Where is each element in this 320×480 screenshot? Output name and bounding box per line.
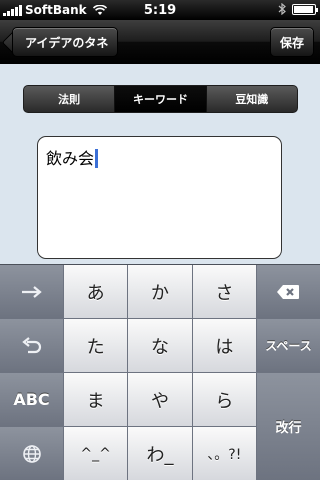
category-segmented-control: 法則 キーワード 豆知識 — [23, 85, 298, 113]
key-ta[interactable]: た — [64, 319, 128, 372]
key-ha[interactable]: は — [192, 319, 256, 372]
status-bar: SoftBank 5:19 — [0, 0, 320, 20]
space-key[interactable]: スペース — [256, 319, 320, 372]
key-ka[interactable]: か — [128, 265, 192, 318]
next-candidate-key[interactable] — [0, 265, 63, 318]
key-ma[interactable]: ま — [64, 373, 128, 426]
delete-icon — [277, 284, 300, 299]
globe-icon — [22, 444, 41, 463]
bluetooth-icon — [278, 3, 286, 15]
delete-key[interactable] — [256, 265, 320, 318]
segment-trivia[interactable]: 豆知識 — [206, 86, 297, 112]
back-button-label: アイデアのタネ — [25, 35, 109, 50]
save-button[interactable]: 保存 — [270, 27, 314, 57]
key-sa[interactable]: さ — [192, 265, 256, 318]
battery-icon — [292, 3, 318, 15]
status-time: 5:19 — [143, 3, 177, 18]
segment-rules[interactable]: 法則 — [24, 86, 116, 112]
key-na[interactable]: な — [128, 319, 192, 372]
undo-key[interactable] — [0, 319, 63, 372]
keyword-text-view[interactable]: 飲み会 — [37, 136, 282, 259]
key-punctuation[interactable]: 、。?! — [192, 427, 256, 480]
segment-keyword[interactable]: キーワード — [115, 86, 207, 112]
key-ya[interactable]: や — [128, 373, 192, 426]
key-emoticon[interactable]: ^_^ — [64, 427, 128, 480]
kana-keyboard: あ か さ た な は スペース ABC ま や ら 改行 ^_^ わ_ 、。?… — [0, 264, 320, 480]
status-right — [278, 3, 318, 15]
return-key[interactable]: 改行 — [256, 373, 320, 480]
text-cursor — [95, 149, 99, 168]
key-ra[interactable]: ら — [192, 373, 256, 426]
back-button[interactable]: アイデアのタネ — [12, 27, 119, 57]
text-view-value: 飲み会 — [46, 149, 95, 168]
globe-key[interactable] — [0, 427, 63, 480]
navigation-bar: アイデアのタネ 保存 — [0, 20, 320, 64]
save-button-label: 保存 — [279, 35, 304, 50]
undo-icon — [21, 336, 41, 353]
abc-key[interactable]: ABC — [0, 373, 63, 426]
arrow-right-icon — [21, 285, 42, 298]
key-wa[interactable]: わ_ — [128, 427, 192, 480]
key-a[interactable]: あ — [64, 265, 128, 318]
